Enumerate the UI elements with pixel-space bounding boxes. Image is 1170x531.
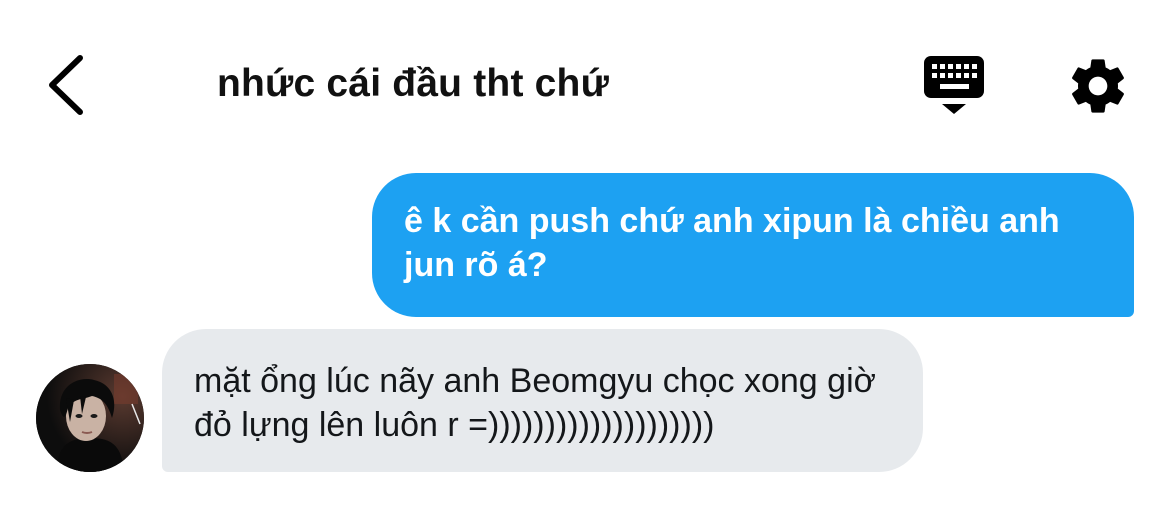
conversation-header: nhức cái đầu tht chứ	[0, 0, 1170, 160]
profile-photo	[36, 364, 144, 472]
keyboard-button[interactable]	[920, 52, 988, 118]
avatar[interactable]	[36, 364, 144, 472]
conversation-title: nhức cái đầu tht chứ	[217, 62, 610, 105]
keyboard-icon	[924, 56, 984, 114]
incoming-message-bubble[interactable]: mặt ổng lúc nãy anh Beomgyu chọc xong gi…	[162, 329, 923, 472]
gear-icon	[1072, 59, 1124, 113]
chevron-left-icon	[49, 55, 83, 115]
settings-button[interactable]	[1066, 54, 1130, 118]
back-button[interactable]	[38, 50, 98, 120]
outgoing-message-bubble[interactable]: ê k cần push chứ anh xipun là chiều anh …	[372, 173, 1134, 317]
